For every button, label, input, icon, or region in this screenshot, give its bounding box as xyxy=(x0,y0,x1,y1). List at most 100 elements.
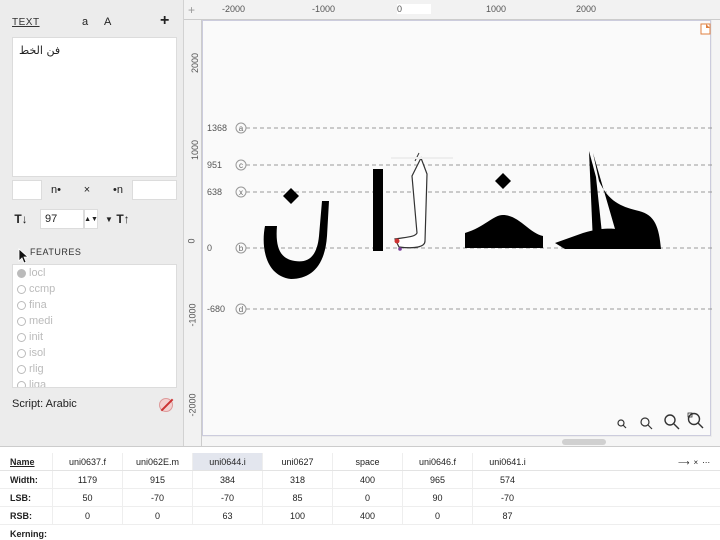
metric-cell[interactable]: 574 xyxy=(472,471,542,488)
width-row-label: Width: xyxy=(10,475,38,485)
sidebar: TEXT a A + فن الخط n• × •n T↓ 97 ▲▼ ▼ T↑… xyxy=(0,0,184,446)
metric-cell[interactable]: 50 xyxy=(52,489,122,506)
feature-radio[interactable] xyxy=(17,381,26,387)
feature-item[interactable]: locl xyxy=(13,265,176,281)
metric-cell[interactable]: -70 xyxy=(192,489,262,506)
metric-cell[interactable]: -70 xyxy=(472,489,542,506)
feature-item[interactable]: ccmp xyxy=(13,281,176,297)
zoom-out-icon[interactable] xyxy=(640,417,653,430)
size-stepper[interactable]: ▲▼ xyxy=(84,209,98,229)
horizontal-scrollbar[interactable] xyxy=(202,437,720,446)
metric-cell[interactable]: 965 xyxy=(402,471,472,488)
close-icon[interactable]: × xyxy=(693,458,698,467)
metric-cell[interactable]: 0 xyxy=(402,507,472,524)
sample-text-area[interactable]: فن الخط xyxy=(12,37,177,177)
vertical-scrollbar[interactable] xyxy=(712,20,720,446)
feature-item[interactable]: init xyxy=(13,329,176,345)
metrics-controls: ⟶ × ⋯ xyxy=(678,453,720,471)
glyph-name-cell[interactable]: uni062E.m xyxy=(122,453,192,470)
zoom-in-icon[interactable] xyxy=(664,414,680,430)
glyph-name-cell[interactable]: uni0644.i xyxy=(192,453,262,470)
metric-cell[interactable]: 63 xyxy=(192,507,262,524)
decrease-size-icon[interactable]: T↓ xyxy=(12,210,30,228)
glyph-alef[interactable] xyxy=(373,169,383,251)
glyph-name-cell[interactable]: uni0637.f xyxy=(52,453,122,470)
metrics-name-row: Name uni0637.f uni062E.m uni0644.i uni0627 s… xyxy=(0,453,720,471)
glyph-tah-final[interactable] xyxy=(555,151,661,249)
guide-tag-label: b xyxy=(239,244,244,253)
metric-cell[interactable]: 85 xyxy=(262,489,332,506)
rsb-row-label: RSB: xyxy=(10,511,32,521)
horizontal-scrollbar-thumb[interactable] xyxy=(562,439,606,445)
feature-item[interactable]: rlig xyxy=(13,361,176,377)
top-ruler-label: -2000 xyxy=(222,4,246,14)
add-text-button[interactable]: + xyxy=(160,12,169,30)
feature-radio[interactable] xyxy=(17,365,26,374)
page-corner-icon[interactable] xyxy=(700,23,711,35)
metric-cell[interactable]: 100 xyxy=(262,507,332,524)
feature-radio[interactable] xyxy=(17,301,26,310)
guide-tag-label: c xyxy=(239,161,243,170)
top-ruler-label: 0 xyxy=(397,4,431,14)
guide-value-label: 951 xyxy=(207,160,222,170)
metric-cell[interactable]: 0 xyxy=(122,507,192,524)
metric-cell[interactable]: 87 xyxy=(472,507,542,524)
clear-context-button[interactable]: × xyxy=(70,180,104,200)
glyph-name-cell[interactable]: uni0627 xyxy=(262,453,332,470)
zoom-fit-icon[interactable] xyxy=(687,412,704,429)
guide-tag-label: d xyxy=(239,305,243,314)
metric-cell[interactable]: 318 xyxy=(262,471,332,488)
uppercase-button[interactable]: A xyxy=(104,16,111,28)
top-ruler-label: 1000 xyxy=(486,4,507,14)
metric-cell[interactable]: 0 xyxy=(332,489,402,506)
guide-value-label: 1368 xyxy=(207,123,227,133)
glyph-canvas[interactable]: 1368 a 951 c 638 x 0 b -680 d xyxy=(202,20,712,436)
feature-radio[interactable] xyxy=(17,269,26,278)
font-size-row: T↓ 97 ▲▼ ▼ T↑ xyxy=(12,208,177,230)
prev-glyph-button[interactable]: n• xyxy=(42,180,70,200)
feature-label: rlig xyxy=(29,363,44,375)
zoom-controls xyxy=(617,412,704,430)
glyph-lam-initial[interactable] xyxy=(391,152,453,251)
metric-cell[interactable]: 1179 xyxy=(52,471,122,488)
glyph-name-cell[interactable]: uni0641.i xyxy=(472,453,542,470)
increase-size-icon[interactable]: T↑ xyxy=(114,210,132,228)
feature-item[interactable]: liga xyxy=(13,377,176,388)
feature-item[interactable]: fina xyxy=(13,297,176,313)
lowercase-button[interactable]: a xyxy=(82,16,88,28)
metric-cell[interactable]: 400 xyxy=(332,471,402,488)
left-ruler[interactable]: 2000 1000 0 -1000 -2000 xyxy=(184,20,202,446)
feature-radio[interactable] xyxy=(17,317,26,326)
feature-radio[interactable] xyxy=(17,285,26,294)
feature-radio[interactable] xyxy=(17,333,26,342)
feature-radio[interactable] xyxy=(17,349,26,358)
metric-cell[interactable]: -70 xyxy=(122,489,192,506)
feature-item[interactable]: isol xyxy=(13,345,176,361)
metric-cell[interactable]: 0 xyxy=(52,507,122,524)
zoom-out-small-icon[interactable] xyxy=(617,419,627,429)
metric-cell[interactable]: 90 xyxy=(402,489,472,506)
more-icon[interactable]: ⋯ xyxy=(702,458,710,467)
mouse-pointer-icon xyxy=(18,248,30,264)
script-disabled-icon[interactable] xyxy=(159,398,173,412)
left-ruler-label: -2000 xyxy=(187,393,198,417)
glyph-name-cell[interactable]: space xyxy=(332,453,402,470)
glyph-nav-row: n• × •n xyxy=(12,180,177,200)
font-size-input[interactable]: 97 xyxy=(40,209,84,229)
left-ruler-label: 0 xyxy=(186,238,197,244)
glyph-name-cell[interactable]: uni0646.f xyxy=(402,453,472,470)
metric-cell[interactable]: 915 xyxy=(122,471,192,488)
feature-item[interactable]: medi xyxy=(13,313,176,329)
metric-cell[interactable]: 400 xyxy=(332,507,402,524)
feature-label: isol xyxy=(29,347,46,359)
metric-cell[interactable]: 384 xyxy=(192,471,262,488)
feature-label: liga xyxy=(29,379,47,388)
next-context-input[interactable] xyxy=(132,180,177,200)
prev-context-input[interactable] xyxy=(12,180,42,200)
arrow-icon[interactable]: ⟶ xyxy=(678,458,689,467)
top-ruler[interactable]: + -2000 -1000 0 1000 2000 xyxy=(184,0,720,20)
next-glyph-button[interactable]: •n xyxy=(104,180,132,200)
metrics-width-row: Width: 1179 915 384 318 400 965 574 xyxy=(0,471,720,489)
glyph-noon-final[interactable] xyxy=(263,188,329,279)
glyph-khah-medial[interactable] xyxy=(465,173,543,248)
